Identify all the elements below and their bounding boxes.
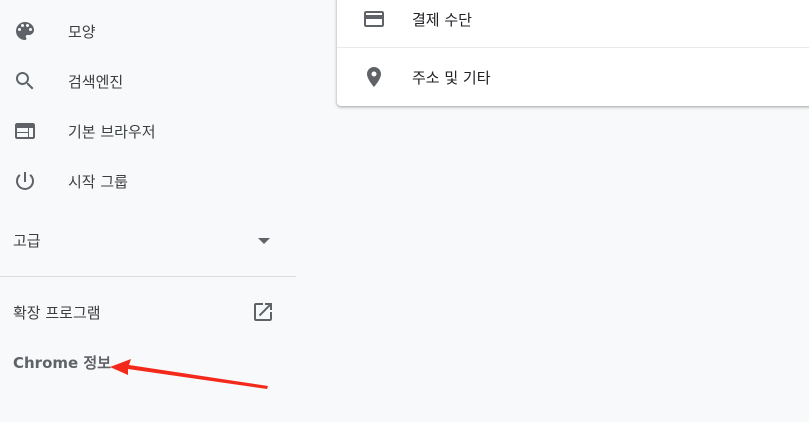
addresses-label: 주소 및 기타: [412, 68, 491, 87]
sidebar-item-appearance[interactable]: 모양: [0, 11, 296, 51]
sidebar-item-label: 시작 그룹: [68, 172, 128, 191]
advanced-toggle[interactable]: 고급: [0, 220, 296, 260]
sidebar-item-search-engine[interactable]: 검색엔진: [0, 61, 296, 101]
sidebar-item-label: 검색엔진: [68, 72, 124, 91]
sidebar-item-label: 모양: [68, 22, 96, 41]
advanced-label: 고급: [13, 231, 41, 250]
browser-icon: [15, 123, 35, 139]
power-icon: [15, 172, 34, 190]
caret-down-icon: [258, 238, 270, 244]
extensions-label: 확장 프로그램: [13, 303, 101, 322]
payment-methods-row[interactable]: 결제 수단: [337, 0, 809, 48]
autofill-card: 결제 수단 주소 및 기타: [337, 0, 809, 106]
settings-sidebar: 모양 검색엔진 기본 브라우저 시작 그룹 고급 확장 프로그램 Chrome …: [0, 0, 296, 422]
extensions-link[interactable]: 확장 프로그램: [0, 292, 296, 332]
about-chrome-link[interactable]: Chrome 정보: [13, 352, 111, 374]
sidebar-item-on-startup[interactable]: 시작 그룹: [0, 161, 296, 201]
open-in-new-icon: [254, 303, 272, 321]
search-icon: [16, 72, 34, 90]
credit-card-icon: [364, 11, 384, 27]
payment-methods-label: 결제 수단: [412, 10, 472, 29]
location-pin-icon: [367, 67, 381, 87]
sidebar-item-default-browser[interactable]: 기본 브라우저: [0, 111, 296, 151]
palette-icon: [16, 22, 34, 40]
sidebar-item-label: 기본 브라우저: [68, 122, 156, 141]
addresses-row[interactable]: 주소 및 기타: [337, 48, 809, 106]
sidebar-divider: [0, 276, 296, 277]
